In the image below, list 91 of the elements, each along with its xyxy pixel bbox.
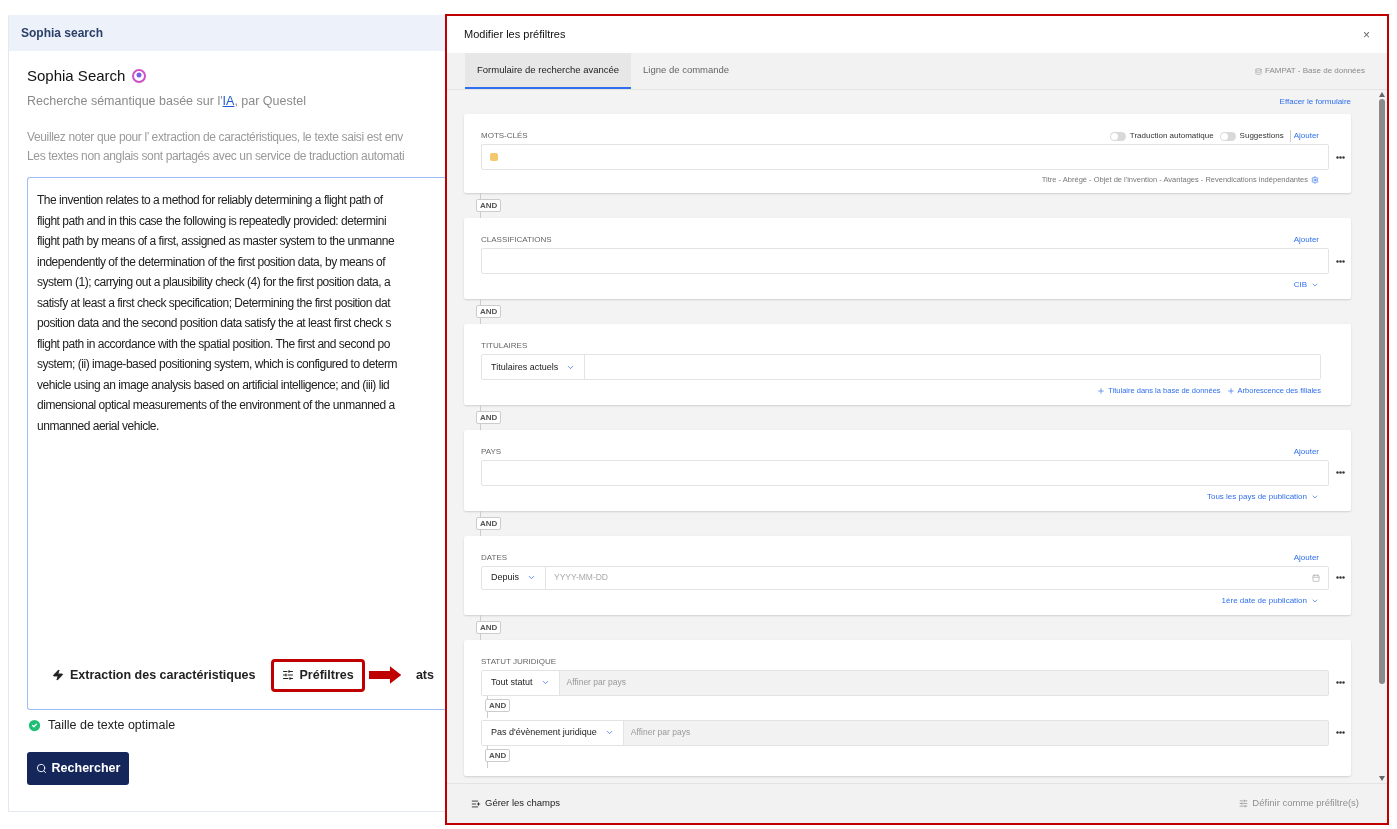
input-field[interactable]	[481, 459, 1329, 486]
country-placeholder: Affiner par pays	[565, 676, 627, 689]
text-line: flight path in accordance with the spatial position. The first and second po	[37, 335, 391, 353]
status-text: Taille de texte optimale	[48, 717, 176, 735]
date-placeholder: YYYY-MM-DD	[553, 571, 609, 584]
dropdown-link[interactable]: CIB	[1293, 279, 1319, 292]
check-icon	[27, 718, 42, 734]
notice-text: Les textes non anglais sont partagés avec un service de traduction automati	[27, 148, 406, 166]
holders-dropdown[interactable]: Titulaires actuels	[482, 355, 586, 380]
notice-text: Veuillez noter que pour l’ extraction de caractéristiques, le texte saisi est env	[27, 129, 404, 147]
country-placeholder: Affiner par pays	[629, 726, 692, 739]
search-icon	[35, 763, 47, 774]
action-button[interactable]: Préfiltres	[270, 658, 365, 692]
add-link[interactable]: Ajouter	[1293, 551, 1319, 564]
section-label: TITULAIRES	[481, 340, 529, 353]
sliders-icon	[281, 669, 294, 682]
chevron-down-icon	[540, 678, 550, 687]
add-link[interactable]: Ajouter	[1289, 130, 1319, 142]
text-line: system; (ii) image-based positioning system, which is configured to determ	[37, 356, 398, 374]
and-connector: AND	[476, 410, 502, 424]
section-label: MOTS-CLÉS	[481, 130, 528, 142]
text-line: vehicle using an image analysis based on artificial intelligence; and (iii) lid	[37, 376, 391, 394]
scrollbar-thumb[interactable]	[1379, 99, 1385, 684]
section-label: DATES	[481, 551, 508, 564]
add-link[interactable]: Ajouter	[1293, 234, 1319, 247]
dropdown-link[interactable]: 1ère date de publication	[1221, 594, 1319, 607]
tab[interactable]: Formulaire de recherche avancée	[465, 53, 632, 89]
tab[interactable]: Ligne de commande	[631, 53, 742, 89]
section-label: STATUT JURIDIQUE	[481, 655, 558, 668]
text-line: system (1); carrying out a plausibility check (4) for the first position data, a	[37, 274, 392, 292]
text-line: satisfy at least a first check specification; Determining the first position dat	[37, 294, 392, 312]
text-line: flight path and in this case the following is repeatedly provided: determini	[37, 212, 388, 230]
holders-field[interactable]: Titulaires actuels	[481, 354, 1321, 381]
more-icon[interactable]	[1335, 681, 1345, 684]
settings-icon[interactable]	[1311, 175, 1319, 184]
text-line: flight path by means of a first, assigned as master system to the unmanne	[37, 233, 396, 251]
scroll-up-icon[interactable]	[1379, 92, 1385, 97]
database-label: FAMPAT - Base de données	[1264, 65, 1365, 77]
more-icon[interactable]	[1335, 155, 1345, 159]
legal-status-field[interactable]: Pas d'évènement juridique Affiner par pays	[481, 719, 1329, 746]
and-connector: AND	[476, 305, 502, 319]
date-field[interactable]: Depuis YYYY-MM-DD	[481, 565, 1329, 590]
action-button[interactable]: Extraction des caractéristiques	[41, 658, 267, 692]
toggle-switch[interactable]	[1109, 131, 1126, 141]
chevron-down-icon	[604, 728, 614, 737]
chevron-down-icon	[527, 573, 536, 582]
plus-icon	[1226, 386, 1235, 395]
close-button[interactable]: ×	[1363, 25, 1370, 44]
scroll-down-icon[interactable]	[1379, 776, 1385, 781]
clear-form-link[interactable]: Effacer le formulaire	[1279, 96, 1351, 108]
text-line: dimensional optical measurements of the environment of the unmanned a	[37, 397, 396, 415]
more-icon[interactable]	[1335, 731, 1345, 734]
text-line: independently of the determination of the first position data, by means of	[37, 253, 387, 271]
status-dropdown[interactable]: Tout statut	[482, 670, 560, 695]
text-line: The invention relates to a method for reliably determining a flight path of	[37, 192, 384, 210]
and-connector: AND	[485, 698, 511, 712]
legal-status-field[interactable]: Tout statut Affiner par pays	[481, 669, 1329, 696]
status-dropdown[interactable]: Pas d'évènement juridique	[482, 720, 624, 745]
and-connector: AND	[476, 516, 502, 530]
toggle-switch[interactable]	[1219, 131, 1236, 141]
toggle-label: Traduction automatique	[1129, 130, 1214, 142]
action-button[interactable]: ats	[404, 658, 445, 692]
search-button[interactable]: Rechercher	[27, 752, 129, 785]
dropdown-link[interactable]: Tous les pays de publication	[1206, 490, 1319, 503]
text-line: position data and the second position data satisfy the at least first check s	[37, 315, 392, 333]
panel-header: Sophia search	[9, 15, 445, 51]
section-label: PAYS	[481, 445, 502, 458]
sliders-icon	[1239, 799, 1249, 808]
keyword-chip-icon	[490, 153, 498, 161]
and-connector: AND	[476, 620, 502, 634]
page-title: Sophia Search	[27, 66, 126, 86]
logo-icon	[131, 68, 148, 85]
more-icon[interactable]	[1335, 576, 1345, 579]
subtitle: Recherche sémantique basée sur l'IA, par Questel	[27, 92, 307, 110]
modal-title: Modifier les préfiltres	[464, 27, 566, 43]
manage-fields-button[interactable]: Gérer les champs	[471, 796, 560, 811]
lightning-icon	[52, 669, 64, 682]
database-icon	[1254, 67, 1262, 75]
date-mode-dropdown[interactable]: Depuis	[482, 566, 546, 589]
plus-icon	[1097, 386, 1106, 395]
input-field[interactable]	[481, 248, 1329, 275]
more-icon[interactable]	[1335, 471, 1345, 474]
keywords-field[interactable]	[481, 144, 1329, 170]
toggle-label: Suggestions	[1239, 130, 1284, 142]
and-connector: AND	[485, 748, 511, 762]
text-line: unmanned aerial vehicle.	[37, 417, 160, 435]
and-connector: AND	[476, 199, 502, 213]
section-label: CLASSIFICATIONS	[481, 234, 552, 247]
add-link[interactable]: Ajouter	[1293, 445, 1319, 458]
list-icon	[471, 798, 481, 809]
more-icon[interactable]	[1335, 259, 1345, 263]
